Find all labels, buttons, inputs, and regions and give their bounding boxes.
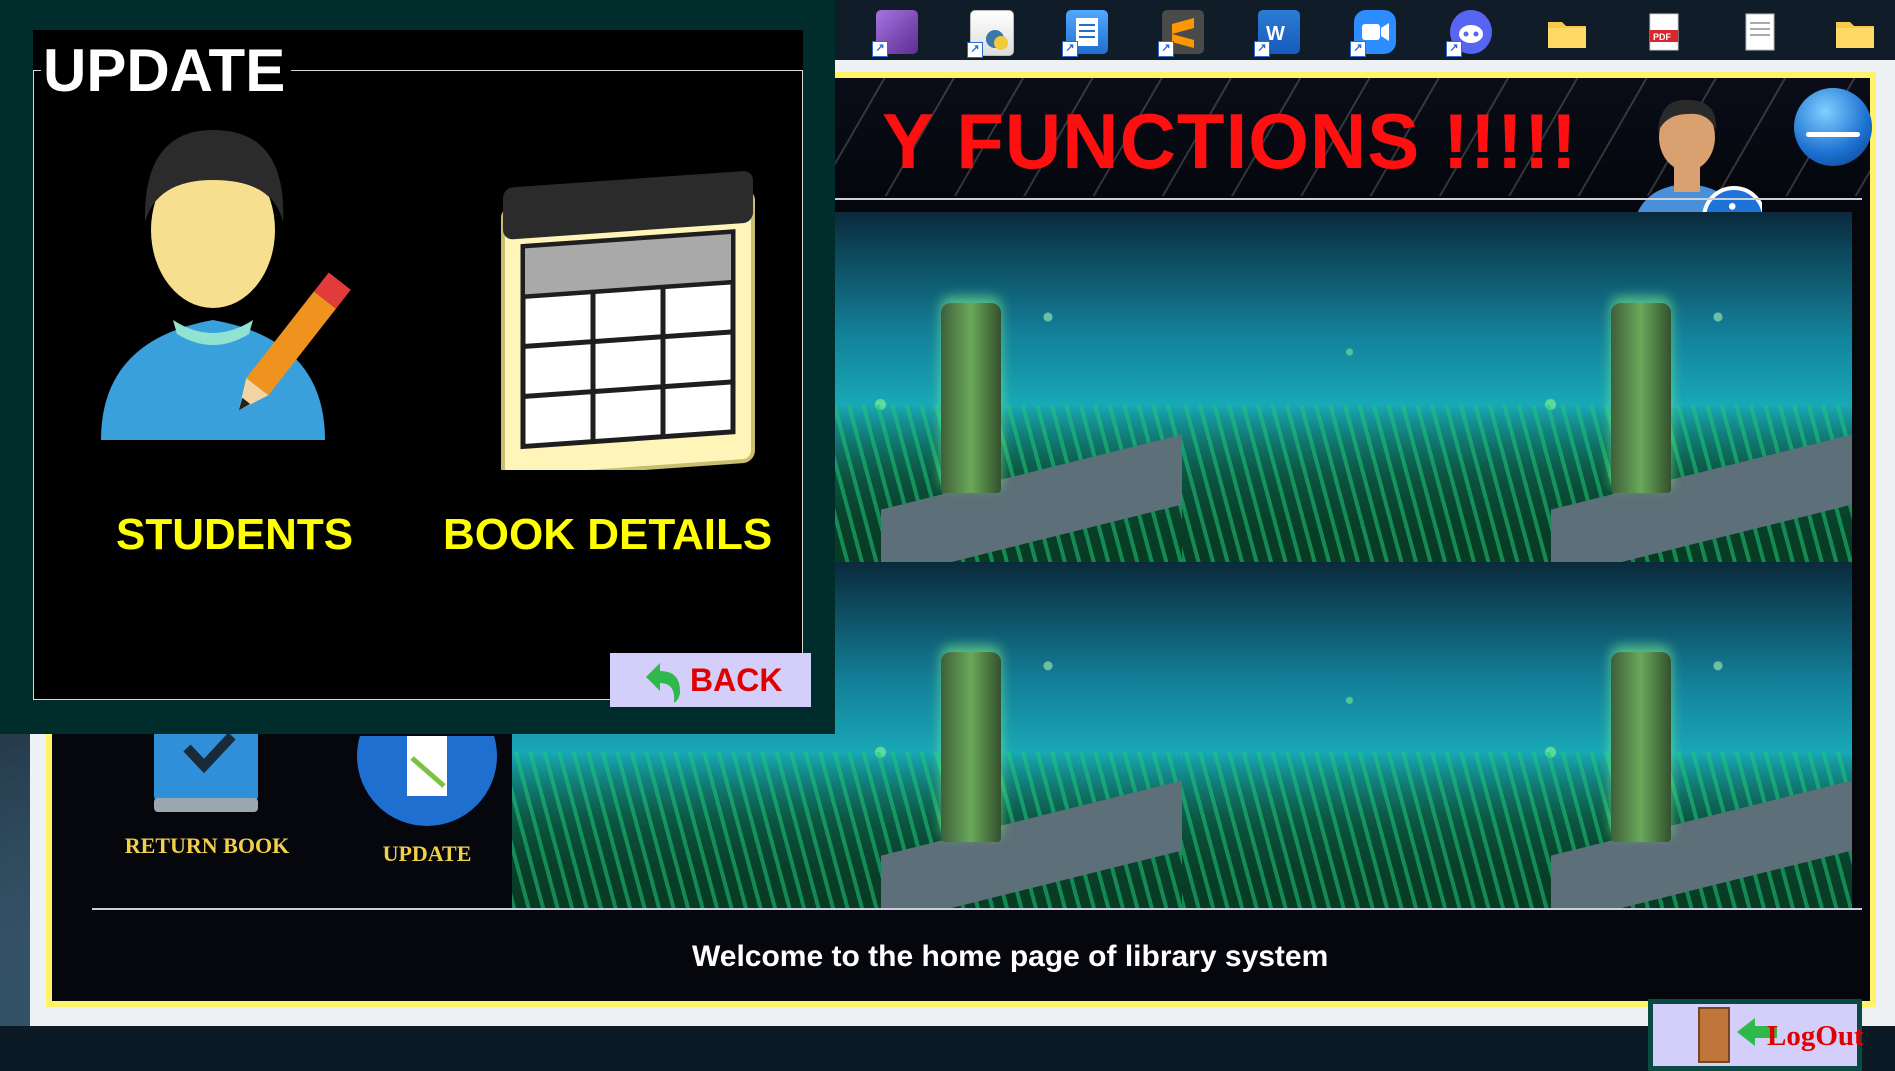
return-book-icon	[154, 728, 258, 812]
footer-divider	[92, 908, 1862, 910]
svg-text:PDF: PDF	[1653, 32, 1672, 42]
discord-icon[interactable]: ↗	[1446, 10, 1492, 57]
zoom-icon[interactable]: ↗	[1350, 10, 1396, 57]
students-option[interactable]	[63, 110, 383, 550]
update-notepad-icon	[357, 686, 497, 826]
text-file-icon[interactable]	[1738, 10, 1780, 54]
logout-label: LogOut	[1767, 1020, 1864, 1052]
minimize-button[interactable]	[1794, 88, 1872, 166]
update-dialog-panel: UPDATE STUDENTS BOOK DETAILS BACK	[33, 30, 811, 707]
scene-tile-2	[1182, 212, 1852, 562]
scene-tile-4	[1182, 562, 1852, 908]
back-label: BACK	[690, 662, 783, 698]
update-dialog: UPDATE STUDENTS BOOK DETAILS BACK	[0, 0, 835, 734]
pdf-file-icon[interactable]: PDF	[1642, 10, 1684, 54]
students-label[interactable]: STUDENTS	[116, 510, 353, 560]
notepad-icon[interactable]: ↗	[1062, 10, 1108, 57]
return-book-label: RETURN BOOK	[124, 833, 290, 858]
book-details-label[interactable]: BOOK DETAILS	[443, 510, 772, 560]
back-arrow-icon	[646, 663, 680, 703]
student-edit-icon	[101, 130, 351, 440]
logout-button[interactable]: LogOut	[1648, 999, 1864, 1071]
welcome-text: Welcome to the home page of library syst…	[692, 940, 1329, 973]
python-file-icon[interactable]: ↗	[967, 10, 1014, 58]
update-label: UPDATE	[382, 841, 472, 866]
sublime-text-icon[interactable]: ↗	[1158, 10, 1204, 57]
book-details-option[interactable]	[473, 150, 773, 480]
folder-icon-2[interactable]	[1834, 10, 1876, 54]
table-icon	[501, 171, 755, 480]
word-icon[interactable]: W ↗	[1254, 10, 1300, 57]
back-button[interactable]: BACK	[610, 653, 811, 707]
desktop-icon-row: ↗ ↗ ↗ ↗ W ↗ ↗ ↗ PDF	[870, 4, 1895, 59]
folder-icon[interactable]	[1546, 10, 1588, 54]
header-title: Y FUNCTIONS !!!!!	[882, 97, 1578, 185]
dialog-title: UPDATE	[41, 36, 292, 105]
return-book-button[interactable]: RETURN BOOK	[112, 728, 302, 868]
update-button[interactable]: UPDATE	[342, 686, 512, 876]
visual-studio-icon[interactable]: ↗	[872, 10, 918, 57]
